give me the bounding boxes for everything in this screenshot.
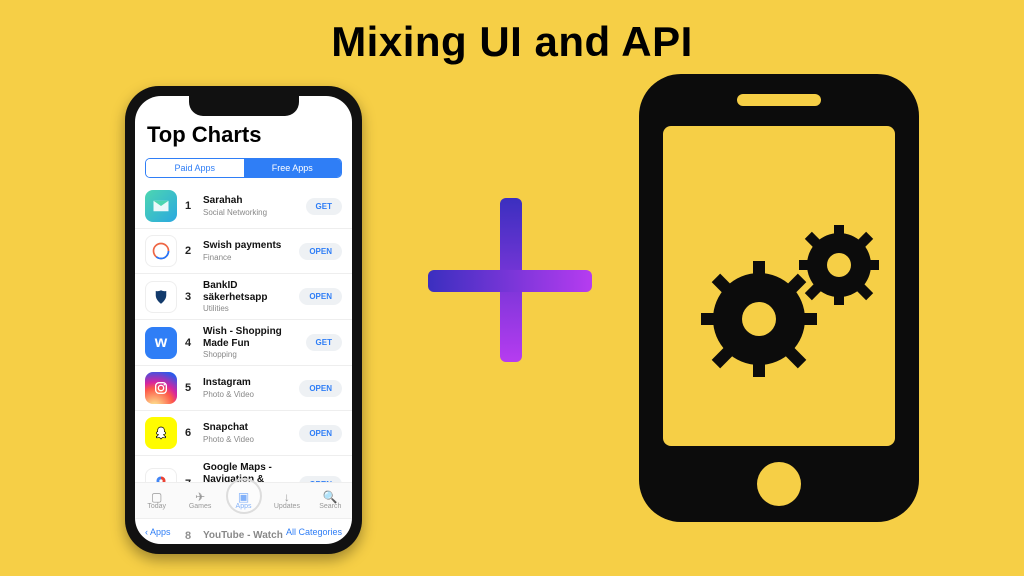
app-icon [145,190,177,222]
app-icon [145,235,177,267]
app-category: Photo & Video [203,390,291,399]
action-button[interactable]: OPEN [299,380,342,397]
tab-search[interactable]: 🔍Search [309,483,352,518]
app-icon: w [145,327,177,359]
stage: Top Charts Paid Apps Free Apps 1 Sarahah… [0,66,1024,556]
tab-updates[interactable]: ↓Updates [265,483,308,518]
app-icon [145,281,177,313]
segment-paid[interactable]: Paid Apps [146,159,244,177]
tab-apps[interactable]: ▣Apps [222,483,265,518]
phone-silhouette [639,74,919,522]
rank: 1 [185,200,195,212]
action-button[interactable]: OPEN [299,288,342,305]
apps-icon: ▣ [238,491,249,503]
action-button[interactable]: GET [306,198,342,215]
plus-icon [428,198,592,362]
page-title: Mixing UI and API [0,0,1024,66]
app-category: Photo & Video [203,435,291,444]
app-category: Social Networking [203,208,298,217]
rank: 3 [185,291,195,303]
action-button[interactable]: GET [306,334,342,351]
tab-today[interactable]: ▢Today [135,483,178,518]
today-icon: ▢ [151,491,162,503]
app-icon [145,417,177,449]
notch [189,96,299,116]
app-name: Swish payments [203,240,291,252]
phone-mockup: Top Charts Paid Apps Free Apps 1 Sarahah… [125,86,362,554]
list-item[interactable]: 3 BankID säkerhetsappUtilities OPEN [135,274,352,320]
list-item[interactable]: 2 Swish paymentsFinance OPEN [135,229,352,274]
segment-free[interactable]: Free Apps [244,159,342,177]
rank: 5 [185,382,195,394]
app-category: Utilities [203,304,291,313]
segmented-control[interactable]: Paid Apps Free Apps [145,158,342,178]
list-item[interactable]: w 4 Wish - Shopping Made FunShopping GET [135,320,352,366]
list-item[interactable]: 6 SnapchatPhoto & Video OPEN [135,411,352,456]
search-icon: 🔍 [323,491,338,503]
app-icon [145,372,177,404]
app-name: Sarahah [203,195,298,207]
footer-nav: ‹ Apps All Categories [135,518,352,544]
app-category: Finance [203,253,291,262]
categories-link[interactable]: All Categories [286,527,342,537]
list-item[interactable]: 1 SarahahSocial Networking GET [135,184,352,229]
action-button[interactable]: OPEN [299,425,342,442]
rank: 2 [185,245,195,257]
games-icon: ✈ [195,491,205,503]
back-link[interactable]: ‹ Apps [145,527,171,537]
action-button[interactable]: OPEN [299,243,342,260]
app-name: BankID säkerhetsapp [203,280,291,303]
app-category: Shopping [203,350,298,359]
rank: 4 [185,337,195,349]
updates-icon: ↓ [284,491,290,503]
tab-bar: ▢Today ✈Games ▣Apps ↓Updates 🔍Search [135,482,352,518]
app-name: Wish - Shopping Made Fun [203,326,298,349]
tab-games[interactable]: ✈Games [178,483,221,518]
phone-screen: Top Charts Paid Apps Free Apps 1 Sarahah… [135,96,352,544]
rank: 6 [185,427,195,439]
list-item[interactable]: 5 InstagramPhoto & Video OPEN [135,366,352,411]
app-name: Snapchat [203,422,291,434]
app-name: Instagram [203,377,291,389]
